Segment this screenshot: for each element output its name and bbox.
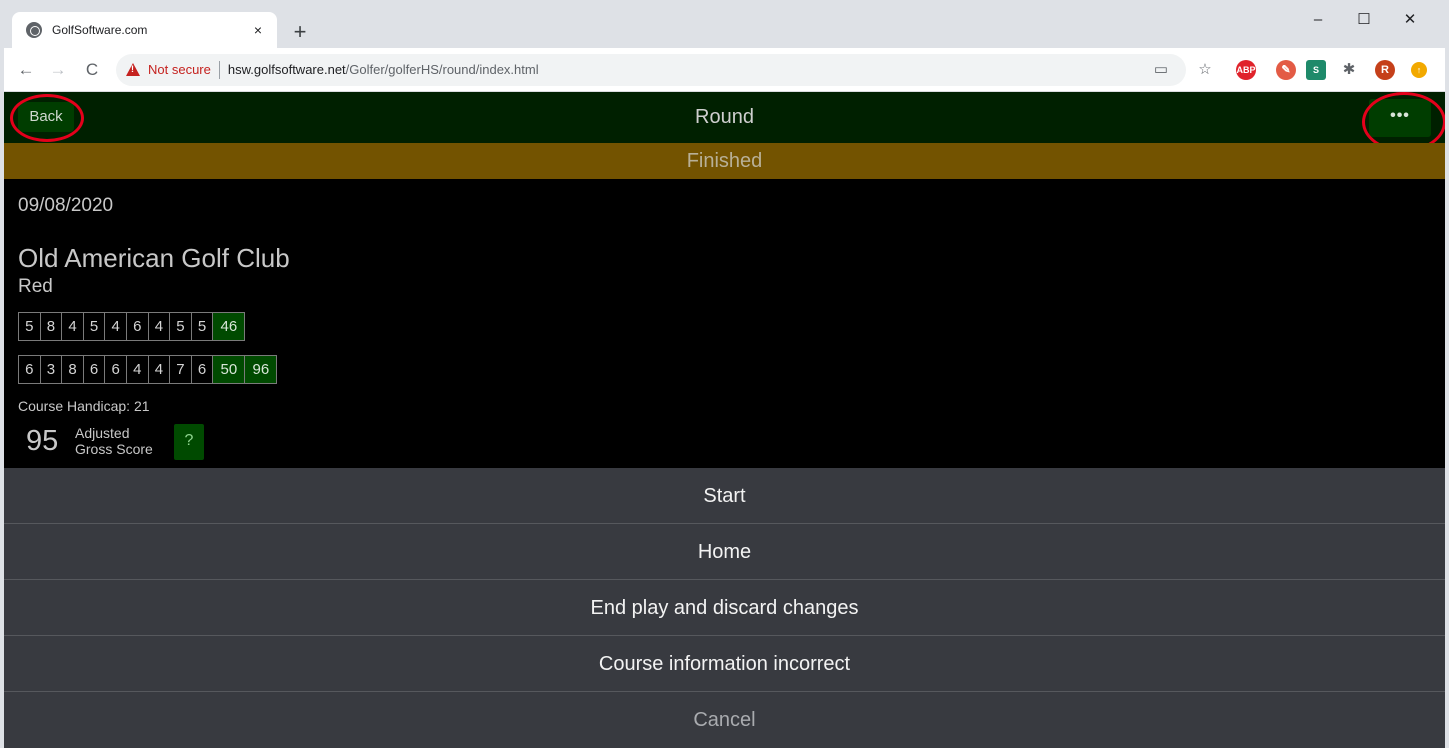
back-nine-total: 50 — [212, 355, 246, 384]
front-nine-total: 46 — [212, 312, 246, 341]
hole-score: 8 — [39, 312, 63, 341]
round-summary: 09/08/2020 Old American Golf Club Red 5 … — [4, 179, 1445, 468]
bookmark-star-icon[interactable]: ☆ — [1194, 58, 1216, 82]
hole-score: 6 — [125, 312, 149, 341]
tee-name: Red — [18, 276, 53, 297]
adjusted-label-line1: Adjusted — [75, 425, 130, 441]
round-date: 09/08/2020 — [18, 195, 114, 216]
course-name: Old American Golf Club — [18, 243, 290, 273]
reload-icon[interactable]: C — [78, 56, 106, 84]
browser-tab[interactable]: GolfSoftware.com × — [12, 12, 277, 48]
omnibox-divider — [218, 60, 220, 79]
cast-icon[interactable]: ▭ — [1150, 58, 1172, 82]
security-indicator[interactable]: Not secure — [148, 62, 211, 77]
round-total: 96 — [244, 355, 278, 384]
warning-icon — [126, 63, 140, 76]
adjusted-label-line2: Gross Score — [75, 441, 153, 457]
forward-arrow-icon[interactable]: → — [44, 56, 72, 84]
stylus-extension-icon[interactable]: S — [1306, 60, 1326, 80]
front-nine-scorecard: 5 8 4 5 4 6 4 5 5 46 — [18, 312, 246, 341]
back-button[interactable]: Back — [18, 102, 74, 132]
hole-score: 8 — [61, 355, 84, 384]
app-header: Round Back ••• — [4, 92, 1445, 143]
end-play-discard-button[interactable]: End play and discard changes — [4, 580, 1445, 636]
minimize-button[interactable]: – — [1295, 6, 1341, 34]
url-path: /Golfer/golferHS/round/index.html — [345, 62, 539, 77]
maximize-button[interactable]: ☐ — [1341, 6, 1387, 34]
adjusted-gross-score-label: Adjusted Gross Score — [75, 425, 153, 457]
hole-score: 3 — [39, 355, 63, 384]
more-options-button[interactable]: ••• — [1369, 99, 1431, 137]
hole-score: 7 — [169, 355, 192, 384]
action-sheet: Start Home End play and discard changes … — [4, 468, 1445, 748]
hole-score: 6 — [104, 355, 127, 384]
hole-score: 4 — [104, 312, 127, 341]
hole-score: 6 — [18, 355, 41, 384]
start-button[interactable]: Start — [4, 468, 1445, 524]
page-title: Round — [695, 106, 754, 128]
new-tab-button[interactable]: + — [286, 18, 314, 46]
cancel-button[interactable]: Cancel — [4, 692, 1445, 748]
hole-score: 4 — [147, 355, 171, 384]
profile-avatar[interactable]: R — [1375, 60, 1395, 80]
hole-score: 4 — [125, 355, 149, 384]
hole-score: 5 — [18, 312, 41, 341]
tab-strip: GolfSoftware.com × + – ☐ ✕ — [4, 0, 1445, 48]
puzzle-extension-icon[interactable]: ✎ — [1276, 60, 1296, 80]
home-button[interactable]: Home — [4, 524, 1445, 580]
url-text[interactable]: hsw.golfsoftware.net/Golfer/golferHS/rou… — [228, 62, 539, 77]
browser-window: GolfSoftware.com × + – ☐ ✕ ← → C Not sec… — [4, 0, 1445, 748]
hole-score: 4 — [61, 312, 84, 341]
hole-score: 4 — [147, 312, 171, 341]
tab-title: GolfSoftware.com — [52, 23, 148, 37]
course-handicap: Course Handicap: 21 — [18, 398, 150, 414]
address-bar[interactable]: Not secure hsw.golfsoftware.net/Golfer/g… — [116, 53, 1186, 86]
course-info-incorrect-button[interactable]: Course information incorrect — [4, 636, 1445, 692]
tab-close-icon[interactable]: × — [249, 22, 267, 38]
adblock-extension-icon[interactable]: ABP — [1236, 60, 1256, 80]
back-arrow-icon[interactable]: ← — [12, 56, 40, 84]
help-button[interactable]: ? — [174, 424, 204, 460]
hole-score: 5 — [169, 312, 192, 341]
extensions-puzzle-icon[interactable]: ✱ — [1338, 58, 1360, 82]
hole-score: 5 — [190, 312, 214, 341]
back-nine-scorecard: 6 3 8 6 6 4 4 7 6 50 96 — [18, 355, 278, 384]
update-icon[interactable]: ↑ — [1411, 62, 1427, 78]
globe-icon — [26, 22, 42, 38]
close-window-button[interactable]: ✕ — [1387, 6, 1433, 34]
hole-score: 6 — [190, 355, 214, 384]
url-host: hsw.golfsoftware.net — [227, 62, 346, 77]
round-status-banner: Finished — [4, 143, 1445, 179]
adjusted-gross-score: 95 — [26, 425, 59, 457]
hole-score: 6 — [82, 355, 106, 384]
browser-toolbar: ← → C Not secure hsw.golfsoftware.net/Go… — [4, 48, 1445, 92]
hole-score: 5 — [82, 312, 106, 341]
